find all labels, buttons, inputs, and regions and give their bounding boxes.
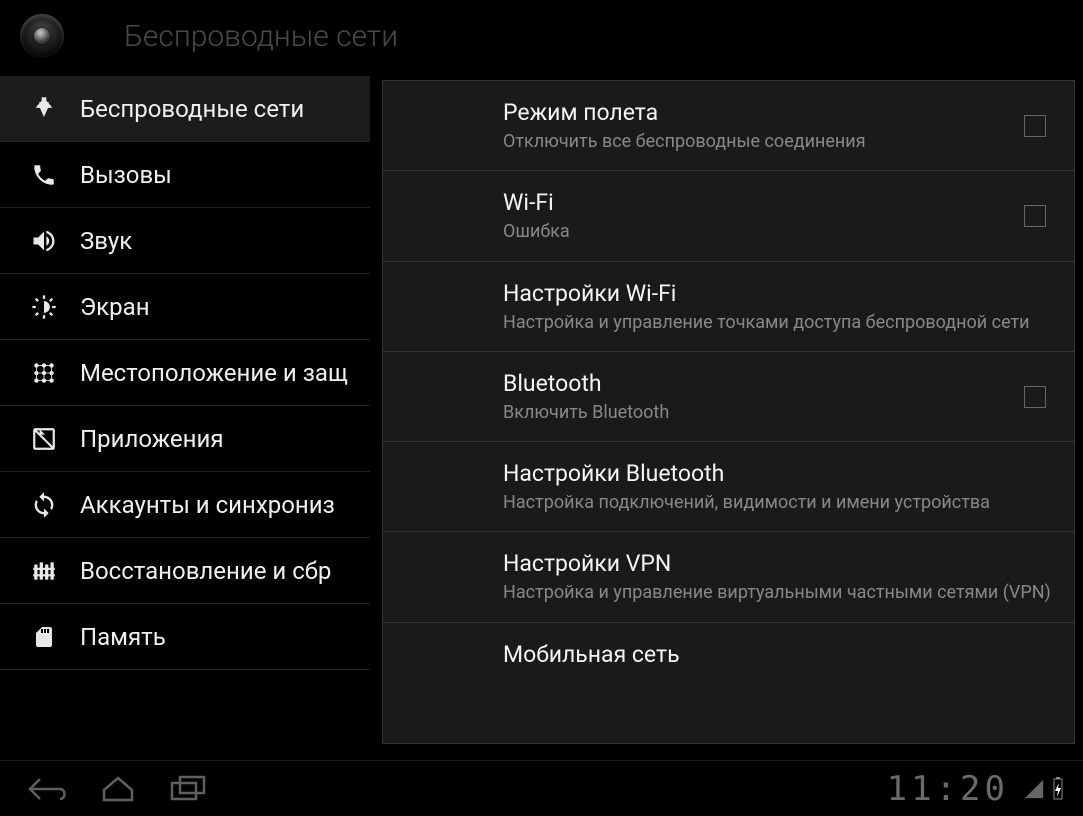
sdcard-icon [28,621,60,653]
setting-title: Режим полета [503,99,1054,126]
status-tray[interactable] [1023,777,1065,801]
setting-subtitle: Настройка подключений, видимости и имени… [503,491,1054,515]
sidebar-item-display[interactable]: Экран [0,274,370,340]
setting-subtitle: Настройка и управление точками доступа б… [503,311,1054,335]
setting-subtitle: Настройка и управление виртуальными част… [503,581,1054,605]
sidebar-item-label: Аккаунты и синхрониз [80,491,335,519]
page-title: Беспроводные сети [124,19,398,54]
grid-dots-icon [28,357,60,389]
setting-bluetooth-settings[interactable]: Настройки Bluetooth Настройка подключени… [383,442,1074,532]
sidebar-item-label: Местоположение и защ [80,359,348,387]
setting-wifi[interactable]: Wi-Fi Ошибка [383,171,1074,261]
clock[interactable]: 11:20 [887,769,1009,809]
sidebar-item-apps[interactable]: Приложения [0,406,370,472]
setting-subtitle: Включить Bluetooth [503,401,1054,425]
back-button[interactable] [18,769,78,809]
setting-title: Настройки Bluetooth [503,460,1054,487]
setting-bluetooth[interactable]: Bluetooth Включить Bluetooth [383,352,1074,442]
phone-icon [28,159,60,191]
sidebar-item-location[interactable]: Местоположение и защ [0,340,370,406]
setting-title: Настройки VPN [503,550,1054,577]
sidebar-item-label: Приложения [80,425,224,453]
setting-title: Wi-Fi [503,189,1054,216]
sidebar-item-label: Память [80,623,166,651]
recents-button[interactable] [158,769,218,809]
settings-sidebar: Беспроводные сети Вызовы Звук Экран Мест [0,72,370,744]
sync-icon [28,489,60,521]
sidebar-item-accounts[interactable]: Аккаунты и синхрониз [0,472,370,538]
speaker-icon [28,225,60,257]
wifi-checkbox[interactable] [1024,205,1046,227]
setting-vpn[interactable]: Настройки VPN Настройка и управление вир… [383,532,1074,622]
signal-icon [1023,778,1045,800]
setting-title: Мобильная сеть [503,641,1054,668]
setting-title: Настройки Wi-Fi [503,280,1054,307]
system-bar: 11:20 [0,760,1083,816]
wireless-icon [28,93,60,125]
setting-airplane-mode[interactable]: Режим полета Отключить все беспроводные … [383,81,1074,171]
setting-title: Bluetooth [503,370,1054,397]
apps-icon [28,423,60,455]
sidebar-item-label: Вызовы [80,161,172,189]
fence-icon [28,555,60,587]
settings-orb-icon [20,14,64,58]
setting-mobile-network[interactable]: Мобильная сеть [383,623,1074,693]
setting-subtitle: Отключить все беспроводные соединения [503,130,1054,154]
settings-detail-panel: Режим полета Отключить все беспроводные … [382,80,1075,744]
sidebar-item-sound[interactable]: Звук [0,208,370,274]
sidebar-item-storage[interactable]: Память [0,604,370,670]
sidebar-item-wireless[interactable]: Беспроводные сети [0,76,370,142]
bluetooth-checkbox[interactable] [1024,386,1046,408]
setting-subtitle: Ошибка [503,220,1054,244]
sidebar-item-label: Восстановление и сбр [80,557,331,585]
sidebar-item-label: Звук [80,227,132,255]
sidebar-item-calls[interactable]: Вызовы [0,142,370,208]
battery-charging-icon [1051,777,1065,801]
brightness-icon [28,291,60,323]
sidebar-item-backup[interactable]: Восстановление и сбр [0,538,370,604]
airplane-mode-checkbox[interactable] [1024,115,1046,137]
app-header: Беспроводные сети [0,0,1083,72]
content-area: Беспроводные сети Вызовы Звук Экран Мест [0,72,1083,744]
home-button[interactable] [88,769,148,809]
setting-wifi-settings[interactable]: Настройки Wi-Fi Настройка и управление т… [383,262,1074,352]
sidebar-item-label: Беспроводные сети [80,95,304,123]
sidebar-item-label: Экран [80,293,150,321]
